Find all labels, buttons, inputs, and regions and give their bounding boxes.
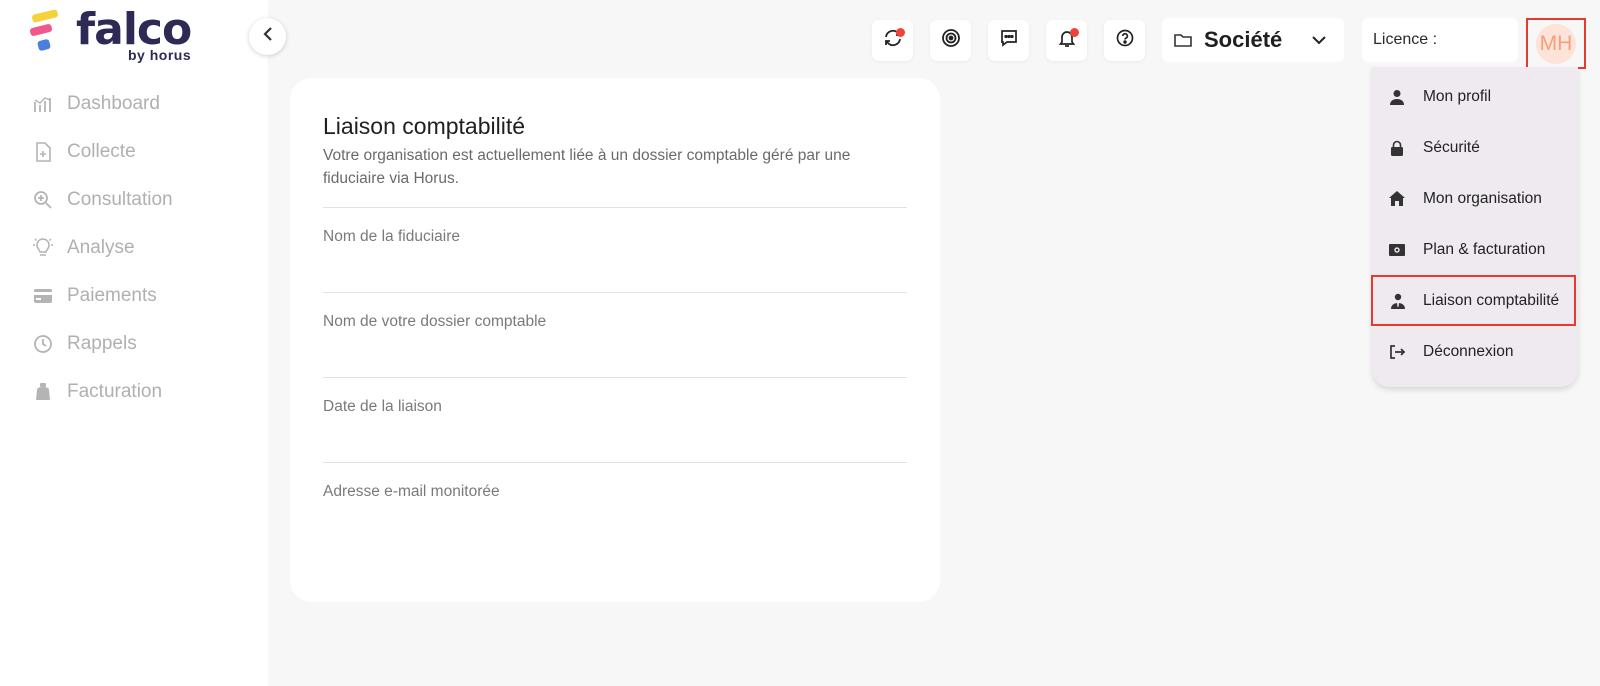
user-avatar-button[interactable]: MH — [1526, 18, 1586, 69]
menu-item-profile[interactable]: Mon profil — [1372, 71, 1578, 122]
money-icon — [1388, 241, 1406, 259]
field-label: Date de la liaison — [323, 398, 442, 415]
field-accounting-file-name: Nom de votre dossier comptable — [323, 292, 907, 377]
field-fiduciary-name: Nom de la fiduciaire — [323, 207, 907, 292]
menu-item-label: Déconnexion — [1423, 342, 1514, 360]
sidebar-item-label: Paiements — [67, 285, 157, 306]
logout-icon — [1388, 343, 1406, 361]
messages-button[interactable] — [988, 20, 1029, 61]
clock-icon — [32, 333, 54, 355]
notifications-button[interactable] — [1046, 20, 1087, 61]
sidebar-item-facturation[interactable]: Facturation — [32, 368, 173, 416]
folder-icon — [1174, 32, 1192, 48]
company-name: Société — [1204, 27, 1283, 52]
page-description: Votre organisation est actuellement liée… — [323, 147, 851, 187]
sidebar-item-label: Facturation — [67, 381, 163, 402]
logo-mark-icon — [29, 9, 58, 51]
help-button[interactable] — [1104, 20, 1145, 61]
bag-icon — [32, 381, 54, 403]
sidebar-nav: Dashboard Collecte Consultation Analyse … — [32, 80, 173, 416]
accountant-icon — [1389, 292, 1407, 310]
field-value — [323, 339, 907, 357]
sidebar-item-label: Analyse — [67, 237, 135, 258]
user-menu: Mon profil Sécurité Mon organisation Pla… — [1371, 67, 1578, 387]
lock-icon — [1388, 139, 1406, 157]
sidebar-item-label: Dashboard — [67, 93, 160, 114]
menu-item-label: Sécurité — [1423, 138, 1480, 156]
zoom-icon — [32, 189, 54, 211]
sidebar-item-consultation[interactable]: Consultation — [32, 176, 173, 224]
avatar: MH — [1536, 23, 1576, 64]
sidebar-item-label: Rappels — [67, 333, 137, 354]
target-icon — [941, 28, 961, 53]
chart-icon — [32, 93, 54, 115]
field-link-date: Date de la liaison — [323, 377, 907, 462]
licence-field: Licence : — [1362, 18, 1518, 62]
user-icon — [1388, 88, 1406, 106]
field-monitored-email: Adresse e-mail monitorée — [323, 462, 907, 547]
licence-label: Licence : — [1373, 31, 1438, 48]
notification-dot — [1070, 28, 1079, 37]
target-button[interactable] — [930, 20, 971, 61]
help-icon — [1115, 28, 1135, 53]
field-label: Adresse e-mail monitorée — [323, 483, 500, 500]
sidebar-item-rappels[interactable]: Rappels — [32, 320, 173, 368]
sidebar-item-label: Collecte — [67, 141, 136, 162]
menu-item-label: Liaison comptabilité — [1423, 291, 1560, 309]
field-label: Nom de votre dossier comptable — [323, 313, 547, 330]
field-label: Nom de la fiduciaire — [323, 228, 460, 245]
card-icon — [32, 285, 54, 307]
sidebar-item-analyse[interactable]: Analyse — [32, 224, 173, 272]
chat-icon — [999, 28, 1019, 53]
menu-item-logout[interactable]: Déconnexion — [1372, 326, 1578, 377]
sidebar-item-label: Consultation — [67, 189, 173, 210]
menu-item-accounting-link[interactable]: Liaison comptabilité — [1371, 275, 1576, 326]
menu-item-label: Mon organisation — [1423, 189, 1542, 207]
sidebar: falco by horus Dashboard Collecte Consul… — [0, 0, 268, 686]
field-value — [323, 254, 907, 272]
file-add-icon — [32, 141, 54, 163]
sidebar-item-collecte[interactable]: Collecte — [32, 128, 173, 176]
chevron-left-icon — [261, 26, 275, 47]
field-value — [323, 509, 907, 527]
sidebar-item-dashboard[interactable]: Dashboard — [32, 80, 173, 128]
sidebar-item-paiements[interactable]: Paiements — [32, 272, 173, 320]
menu-item-security[interactable]: Sécurité — [1372, 122, 1578, 173]
menu-item-label: Plan & facturation — [1423, 240, 1546, 258]
chevron-down-icon — [1312, 35, 1326, 45]
menu-item-billing[interactable]: Plan & facturation — [1372, 224, 1578, 275]
notification-dot — [896, 28, 905, 37]
logo-tagline: by horus — [128, 47, 192, 63]
bulb-icon — [32, 237, 54, 259]
menu-item-organization[interactable]: Mon organisation — [1372, 173, 1578, 224]
falco-logo[interactable]: falco by horus — [28, 4, 208, 64]
sync-button[interactable] — [872, 20, 913, 61]
accounting-link-card: Liaison comptabilité Votre organisation … — [290, 78, 940, 602]
page-title: Liaison comptabilité — [323, 113, 526, 139]
collapse-sidebar-button[interactable] — [249, 18, 286, 55]
field-value — [323, 424, 907, 442]
company-selector[interactable]: Société — [1162, 18, 1344, 62]
menu-item-label: Mon profil — [1423, 87, 1492, 105]
home-icon — [1388, 190, 1406, 208]
